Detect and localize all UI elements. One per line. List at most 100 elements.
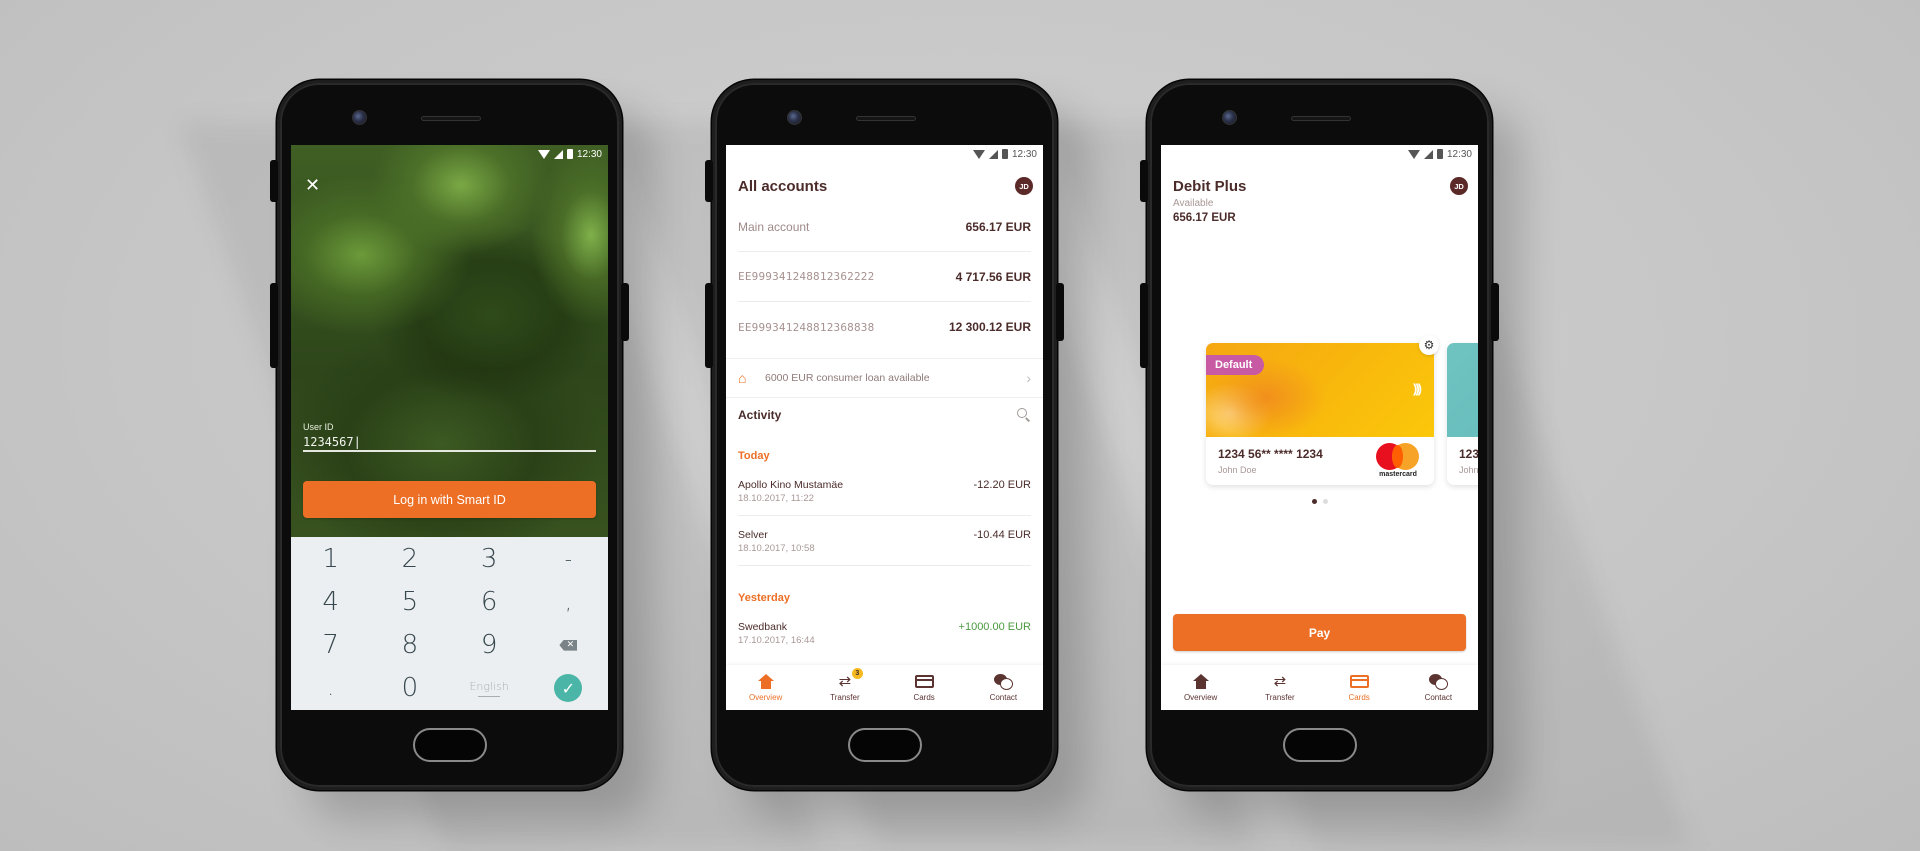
- power-button: [1056, 283, 1064, 341]
- transfer-icon: ⇄: [1273, 673, 1287, 690]
- status-bar: 12:30: [291, 145, 608, 163]
- status-time: 12:30: [576, 148, 602, 160]
- wifi-icon: [972, 149, 985, 159]
- pay-button[interactable]: Pay: [1173, 614, 1466, 651]
- status-bar: 12:30: [1161, 145, 1478, 163]
- transaction-amount: -10.44 EUR: [973, 529, 1031, 541]
- nav-transfer[interactable]: ⇄ 3 Transfer: [805, 665, 884, 710]
- nav-cards[interactable]: Cards: [1320, 665, 1399, 710]
- mastercard-wordmark: mastercard: [1379, 471, 1417, 478]
- transaction-name: Selver: [738, 529, 768, 541]
- pager-dot[interactable]: [1311, 499, 1317, 504]
- chevron-right-icon: ›: [1026, 370, 1031, 386]
- signal-icon: [1423, 149, 1433, 159]
- transaction-row[interactable]: Selver 18.10.2017, 10:58 -10.44 EUR: [738, 517, 1031, 566]
- nav-transfer[interactable]: ⇄ Transfer: [1240, 665, 1319, 710]
- card-artwork: [1447, 343, 1478, 437]
- loan-banner[interactable]: ⌂ 6000 EUR consumer loan available ›: [726, 358, 1043, 398]
- key-period[interactable]: .: [291, 667, 370, 710]
- account-row[interactable]: EE999341248812362222 4 717.56 EUR: [738, 252, 1031, 302]
- battery-icon: [1436, 149, 1443, 159]
- account-row[interactable]: EE999341248812368838 12 300.12 EUR: [738, 302, 1031, 352]
- power-button: [621, 283, 629, 341]
- nav-cards[interactable]: Cards: [885, 665, 964, 710]
- cards-screen: 12:30 Debit Plus JD Available 656.17 EUR…: [1161, 145, 1478, 710]
- home-button[interactable]: [848, 728, 922, 762]
- nav-label: Cards: [913, 692, 935, 702]
- pager-dot[interactable]: [1322, 499, 1328, 504]
- key-7[interactable]: 7: [291, 624, 370, 667]
- done-key[interactable]: ✓: [529, 667, 608, 710]
- home-button[interactable]: [413, 728, 487, 762]
- key-4[interactable]: 4: [291, 580, 370, 623]
- activity-title: Activity: [738, 408, 782, 422]
- account-name: Main account: [738, 219, 810, 234]
- login-smart-id-button[interactable]: Log in with Smart ID: [303, 481, 596, 518]
- avatar[interactable]: JD: [1450, 177, 1468, 195]
- default-badge: Default: [1206, 355, 1265, 375]
- card-holder: John: [1459, 465, 1478, 475]
- user-id-input[interactable]: [303, 434, 596, 452]
- house-car-icon: ⌂: [738, 370, 747, 386]
- transaction-date: 18.10.2017, 10:58: [738, 543, 815, 554]
- transaction-row[interactable]: Apollo Kino Mustamäe 18.10.2017, 11:22 -…: [738, 467, 1031, 516]
- transaction-row[interactable]: Swedbank 17.10.2017, 16:44 +1000.00 EUR: [738, 609, 1031, 658]
- transaction-date: 18.10.2017, 11:22: [738, 493, 814, 504]
- language-key[interactable]: English: [450, 667, 529, 710]
- day-label: Today: [738, 450, 770, 462]
- account-name: EE999341248812362222: [738, 270, 875, 283]
- key-6[interactable]: 6: [450, 580, 529, 623]
- card-icon: [1349, 675, 1369, 688]
- key-9[interactable]: 9: [450, 624, 529, 667]
- login-screen: 12:30 ✕ User ID Log in with Smart ID 1 2…: [291, 145, 608, 710]
- status-time: 12:30: [1011, 148, 1037, 160]
- transaction-amount: +1000.00 EUR: [958, 621, 1031, 633]
- avatar[interactable]: JD: [1015, 177, 1033, 195]
- nav-overview[interactable]: Overview: [1161, 665, 1240, 710]
- nav-contact[interactable]: Contact: [964, 665, 1043, 710]
- notification-badge: 3: [851, 668, 863, 679]
- home-button[interactable]: [1283, 728, 1357, 762]
- card-icon-wrap: [1349, 674, 1369, 690]
- day-label: Yesterday: [738, 592, 790, 604]
- key-comma[interactable]: ,: [529, 580, 608, 623]
- side-button: [1140, 283, 1148, 368]
- header: Debit Plus JD: [1173, 177, 1468, 195]
- wifi-icon: [537, 149, 550, 159]
- key-5[interactable]: 5: [370, 580, 449, 623]
- home-icon: [756, 673, 776, 690]
- card-number: 123: [1459, 447, 1478, 461]
- next-card[interactable]: 123 John: [1447, 343, 1478, 485]
- key-1[interactable]: 1: [291, 537, 370, 580]
- accounts-screen: 12:30 All accounts JD Main account 656.1…: [726, 145, 1043, 710]
- key-0[interactable]: 0: [370, 667, 449, 710]
- key-2[interactable]: 2: [370, 537, 449, 580]
- power-button: [1491, 283, 1499, 341]
- nav-contact[interactable]: Contact: [1399, 665, 1478, 710]
- chat-icon: [993, 673, 1014, 690]
- nav-overview[interactable]: Overview: [726, 665, 805, 710]
- backspace-icon: ✕: [559, 639, 578, 651]
- page-title: Debit Plus: [1173, 177, 1247, 195]
- key-dash[interactable]: -: [529, 537, 608, 580]
- speaker: [1291, 116, 1351, 121]
- card-holder: John Doe: [1218, 465, 1257, 475]
- key-3[interactable]: 3: [450, 537, 529, 580]
- account-balance: 656.17 EUR: [965, 219, 1031, 234]
- account-balance: 4 717.56 EUR: [955, 269, 1031, 284]
- card-settings-gear-icon[interactable]: ⚙: [1419, 335, 1439, 355]
- account-row[interactable]: Main account 656.17 EUR: [738, 202, 1031, 252]
- header: All accounts JD: [738, 177, 1033, 195]
- language-underline: [478, 695, 501, 698]
- card-icon: [914, 675, 934, 688]
- search-icon[interactable]: [1017, 408, 1031, 422]
- camera: [787, 110, 802, 125]
- debit-card[interactable]: Default ))) 1234 56** **** 1234 John Doe…: [1206, 343, 1434, 485]
- close-icon[interactable]: ✕: [305, 175, 320, 196]
- backspace-key[interactable]: ✕: [529, 624, 608, 667]
- phone-accounts: 12:30 All accounts JD Main account 656.1…: [705, 80, 1064, 790]
- contactless-icon: ))): [1413, 381, 1422, 396]
- camera: [352, 110, 367, 125]
- key-8[interactable]: 8: [370, 624, 449, 667]
- card-number: 1234 56** **** 1234: [1218, 447, 1323, 461]
